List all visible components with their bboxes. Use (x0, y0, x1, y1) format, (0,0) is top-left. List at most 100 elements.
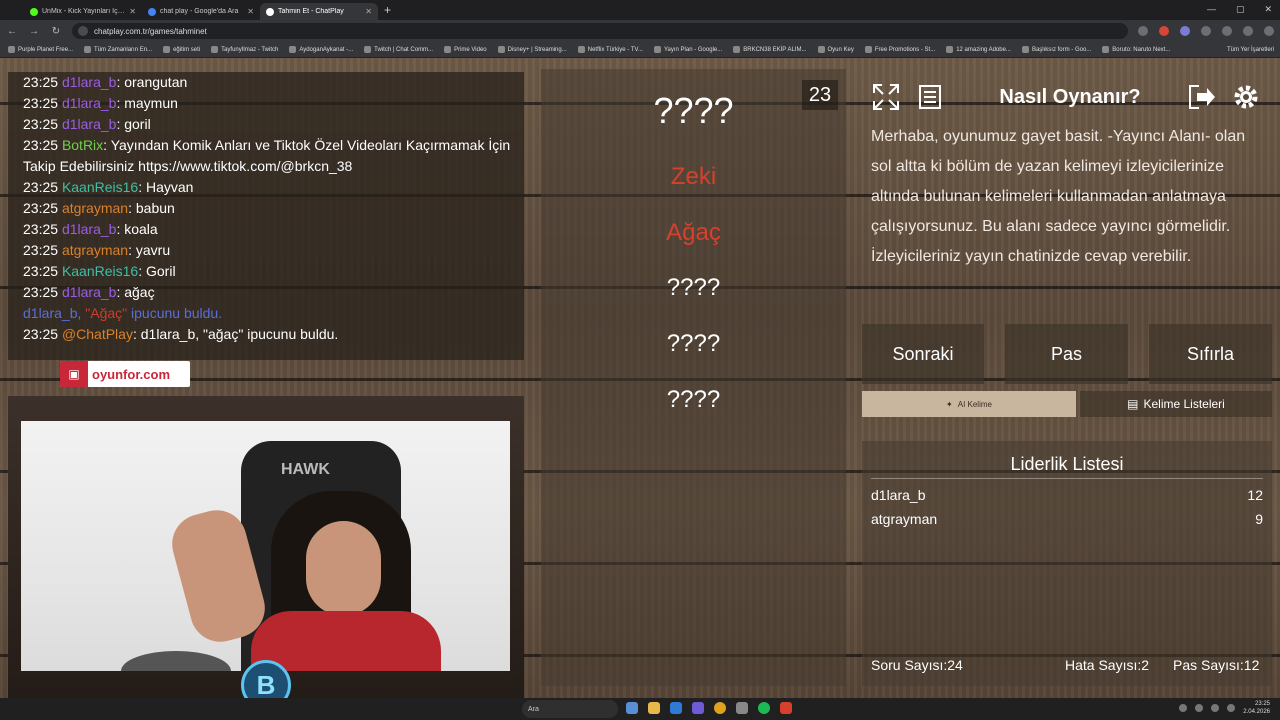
bookmark-item[interactable]: Yayın Plan - Google... (653, 46, 722, 53)
windows-taskbar: Ara 23:25 2.04.2026 (0, 698, 1280, 720)
player-name: atgrayman (871, 511, 938, 527)
chat-text: goril (124, 116, 151, 132)
tab-label: chat play - Google'da Ara (160, 8, 239, 15)
all-bookmarks-button[interactable]: Tüm Yer İşaretleri (1227, 47, 1280, 53)
settings-gear-icon[interactable] (1229, 80, 1263, 114)
twitch-icon: ▣ (60, 361, 88, 387)
brave-icon[interactable] (780, 702, 792, 714)
chat-message: 23:25 atgrayman: yavru (23, 242, 171, 258)
chat-text: ağaç (124, 284, 155, 300)
foreground-object (121, 651, 231, 671)
bookmark-item[interactable]: Purple Planet Free... (8, 46, 73, 53)
bookmark-item[interactable]: TayfunyIlmaz - Twitch (211, 46, 278, 53)
profile-avatar-icon[interactable] (1243, 26, 1253, 36)
tab-label: UnMix - Kick Yayınları İçin Kelim (42, 8, 125, 15)
browser-tab[interactable]: chat play - Google'da Ara ✕ (142, 3, 260, 20)
bookmark-item[interactable]: eğitim seti (163, 46, 200, 53)
exit-icon[interactable] (1185, 80, 1219, 114)
fullscreen-icon[interactable] (869, 80, 903, 114)
task-view-icon[interactable] (626, 702, 638, 714)
toolbar-icons (1138, 26, 1274, 36)
document-icon[interactable] (913, 80, 947, 114)
new-tab-icon[interactable]: + (384, 3, 391, 17)
bookmark-item[interactable]: AydoganAykanat -... (289, 46, 353, 53)
discord-icon[interactable] (692, 702, 704, 714)
close-tab-icon[interactable]: ✕ (129, 7, 136, 16)
bookmark-item[interactable]: Oyun Key (817, 46, 854, 53)
pass-button[interactable]: Pas (1005, 324, 1128, 384)
chat-time: 23:25 (23, 242, 59, 258)
minimize-icon[interactable]: — (1207, 4, 1216, 15)
chatplay-favicon-icon (266, 7, 274, 16)
chat-text: Goril (146, 263, 176, 279)
chat-message: 23:25 d1lara_b: ağaç (23, 284, 155, 300)
reset-button[interactable]: Sıfırla (1149, 324, 1272, 384)
clock-date: 2.04.2026 (1243, 709, 1270, 715)
system-tray: 23:25 2.04.2026 (1179, 700, 1270, 716)
chat-time: 23:25 (23, 137, 59, 153)
settings-app-icon[interactable] (736, 702, 748, 714)
extension-icon[interactable] (1159, 26, 1169, 36)
extension-icon[interactable] (1180, 26, 1190, 36)
tray-icon[interactable] (1195, 704, 1204, 712)
taskbar-apps (626, 702, 792, 714)
file-explorer-icon[interactable] (648, 702, 660, 714)
chat-text: Hayvan (146, 179, 194, 195)
bookmark-star-icon[interactable] (1138, 26, 1148, 36)
bookmark-label: Netflix Türkiye - TV... (587, 46, 643, 53)
bookmark-item[interactable]: BRKCN38 EKİP ALIM... (733, 46, 807, 53)
site-info-icon[interactable] (78, 26, 88, 36)
bookmark-item[interactable]: Boruto: Naruto Next... (1102, 46, 1170, 53)
main-word: ???? (653, 90, 734, 131)
forward-icon[interactable]: → (28, 26, 40, 37)
extensions-puzzle-icon[interactable] (1222, 26, 1232, 36)
bookmark-item[interactable]: 12 amazing Adobe... (946, 46, 1011, 53)
question-count: Soru Sayısı:24 (871, 657, 963, 673)
close-tab-icon[interactable]: ✕ (247, 7, 254, 16)
extension-icon[interactable] (1201, 26, 1211, 36)
url-input[interactable]: chatplay.com.tr/games/tahminet (72, 23, 1128, 39)
bookmark-favicon-icon (8, 46, 15, 53)
chat-username: KaanReis16 (61, 179, 139, 195)
bookmark-item[interactable]: Disney+ | Streaming... (497, 46, 567, 53)
maximize-icon[interactable]: ▢ (1236, 4, 1245, 15)
bookmark-item[interactable]: Netflix Türkiye - TV... (577, 46, 643, 53)
chat-message: 23:25 d1lara_b: goril (23, 116, 151, 132)
back-icon[interactable]: ← (6, 26, 18, 37)
chat-text: maymun (124, 95, 178, 111)
chat-username: d1lara_b (61, 95, 117, 111)
ai-word-button[interactable]: ✦ AI Kelime (862, 391, 1076, 417)
edge-icon[interactable] (670, 702, 682, 714)
close-window-icon[interactable]: ✕ (1264, 4, 1272, 15)
chat-message: 23:25 KaanReis16: Hayvan (23, 179, 194, 195)
chat-username: d1lara_b (61, 74, 117, 90)
system-hint-word: "Ağaç" (85, 305, 128, 321)
chrome-icon[interactable] (714, 702, 726, 714)
bookmark-item[interactable]: Free Promotions - St... (864, 46, 935, 53)
spotify-icon[interactable] (758, 702, 770, 714)
window-controls: — ▢ ✕ (1207, 4, 1272, 15)
bookmarks-bar: Purple Planet Free... Tüm Zamanların En..… (0, 42, 1280, 58)
network-icon[interactable] (1211, 704, 1220, 712)
reload-icon[interactable]: ↻ (50, 26, 62, 37)
browser-tab-active[interactable]: Tahmin Et - ChatPlay ✕ (260, 3, 378, 20)
list-icon: ▤ (1127, 397, 1139, 411)
taskbar-clock[interactable]: 23:25 2.04.2026 (1243, 700, 1270, 716)
tray-icon[interactable] (1179, 704, 1188, 712)
word-lists-button[interactable]: ▤ Kelime Listeleri (1080, 391, 1272, 417)
next-button[interactable]: Sonraki (862, 324, 984, 384)
menu-dots-icon[interactable] (1264, 26, 1274, 36)
chatplay-message: 23:25 @ChatPlay: d1lara_b, "ağaç" ipucun… (23, 326, 339, 342)
bookmark-favicon-icon (163, 46, 171, 53)
bookmark-item[interactable]: Başlıksız form - Goo... (1021, 46, 1091, 53)
search-label: Ara (528, 705, 539, 713)
close-tab-icon[interactable]: ✕ (365, 7, 372, 16)
chat-text: d1lara_b, "ağaç" ipucunu buldu. (140, 326, 339, 342)
taskbar-search-input[interactable]: Ara (522, 700, 618, 718)
bookmark-item[interactable]: Twitch | Chat Comm... (364, 46, 433, 53)
bookmark-item[interactable]: Tüm Zamanların En... (84, 46, 152, 53)
volume-icon[interactable] (1227, 704, 1236, 712)
browser-tab[interactable]: UnMix - Kick Yayınları İçin Kelim ✕ (24, 3, 142, 20)
chair-logo-text: HAWK (281, 461, 330, 478)
bookmark-item[interactable]: Prime Video (444, 46, 487, 53)
